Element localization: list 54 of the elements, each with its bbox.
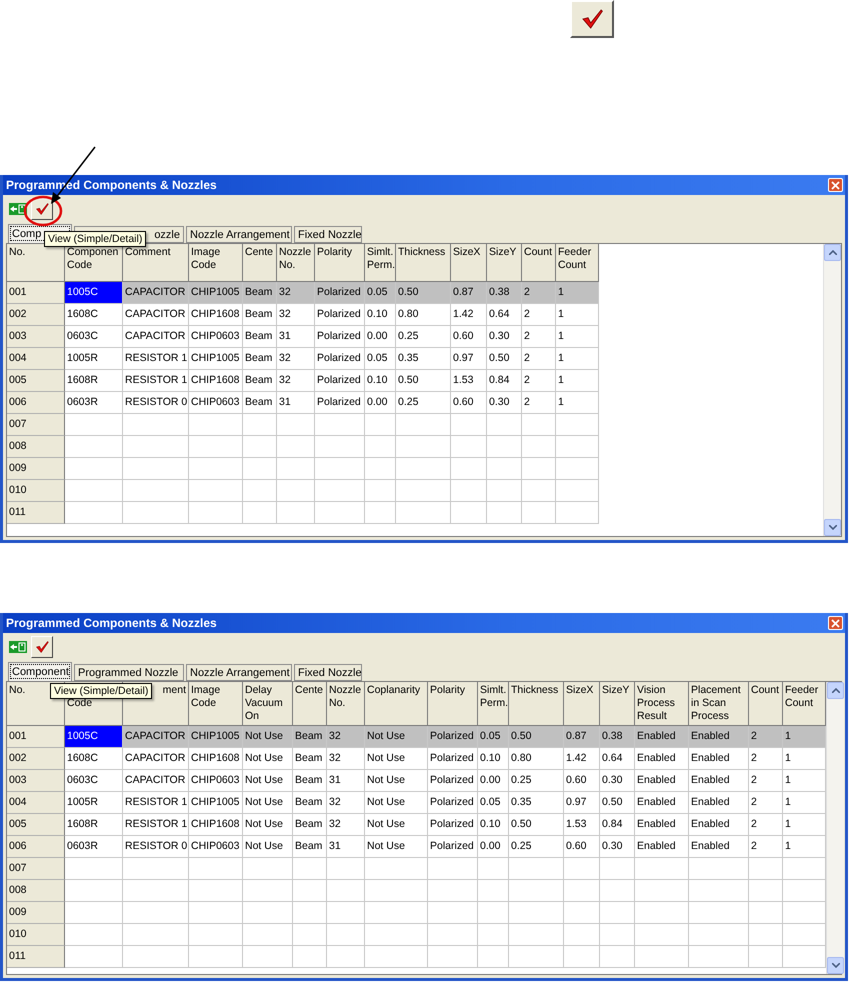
row-number: 011: [7, 502, 65, 524]
column-header: Simlt. Perm.: [478, 682, 509, 726]
column-header: Count: [522, 244, 556, 282]
column-header: Count: [749, 682, 783, 726]
row-number: 011: [7, 946, 65, 968]
row-number: 001: [7, 282, 65, 304]
window-title: Programmed Components & Nozzles: [6, 616, 217, 630]
column-header: Simlt. Perm.: [365, 244, 396, 282]
row-number: 006: [7, 836, 65, 858]
row-number: 007: [7, 858, 65, 880]
column-header: SizeX: [451, 244, 487, 282]
column-header: Nozzle No.: [277, 244, 315, 282]
row-number: 009: [7, 902, 65, 924]
row-number: 001: [7, 726, 65, 748]
column-header: Comment: [123, 244, 189, 282]
column-header: SizeX: [564, 682, 600, 726]
row-number: 005: [7, 814, 65, 836]
table-cell: 1005C: [65, 282, 123, 304]
column-header: Thickness: [509, 682, 564, 726]
column-header: Thickness: [396, 244, 451, 282]
column-header: Image Code: [189, 244, 243, 282]
row-number: 005: [7, 370, 65, 392]
tooltip: View (Simple/Detail): [50, 683, 152, 699]
row-number: 003: [7, 770, 65, 792]
row-number: 006: [7, 392, 65, 414]
row-number: 010: [7, 480, 65, 502]
table-cell: 1005C: [65, 726, 123, 748]
row-number: 004: [7, 348, 65, 370]
row-number: 004: [7, 792, 65, 814]
column-header: Nozzle No.: [327, 682, 365, 726]
column-header: Coplanarity: [365, 682, 428, 726]
column-header: Cente: [243, 244, 277, 282]
column-header: Cente: [293, 682, 327, 726]
row-number: 008: [7, 436, 65, 458]
column-header: Feeder Count: [556, 244, 599, 282]
row-number: 010: [7, 924, 65, 946]
row-number: 002: [7, 748, 65, 770]
column-header: Polarity: [315, 244, 365, 282]
column-header: Placement in Scan Process: [689, 682, 749, 726]
row-number: 002: [7, 304, 65, 326]
column-header: Image Code: [189, 682, 243, 726]
row-number: 003: [7, 326, 65, 348]
row-number: 008: [7, 880, 65, 902]
column-header: Componen Code: [65, 244, 123, 282]
column-header: Feeder Count: [783, 682, 826, 726]
column-header: No.: [7, 244, 65, 282]
column-header: Delay Vacuum On: [243, 682, 293, 726]
tooltip: View (Simple/Detail): [44, 231, 146, 247]
row-number: 009: [7, 458, 65, 480]
column-header: SizeY: [600, 682, 635, 726]
column-header: Polarity: [428, 682, 478, 726]
column-header: SizeY: [487, 244, 522, 282]
column-header: Vision Process Result: [635, 682, 689, 726]
row-number: 007: [7, 414, 65, 436]
